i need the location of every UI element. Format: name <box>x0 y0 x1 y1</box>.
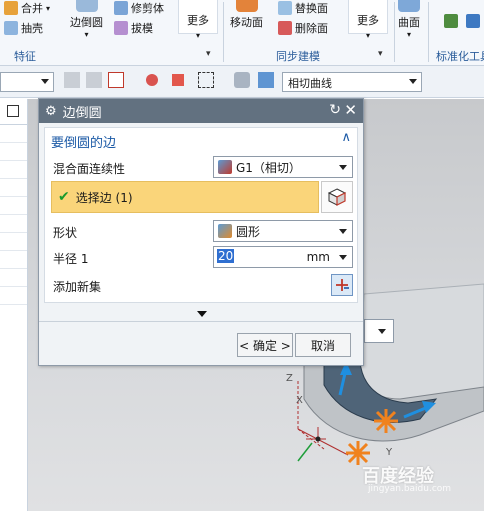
viewport-combo[interactable] <box>364 319 394 343</box>
std-tool-icon-1[interactable] <box>444 14 458 28</box>
add-new-set-button[interactable] <box>331 274 353 296</box>
ribbon-combine[interactable]: 合并 ▾ <box>4 0 50 16</box>
cube-select-icon[interactable] <box>258 72 274 88</box>
feature-group-menu-icon[interactable]: ▾ <box>206 49 211 59</box>
edge-blend-icon <box>75 0 98 12</box>
navigator-row[interactable] <box>0 287 27 305</box>
move-face-icon <box>235 0 258 12</box>
group-label-sync: 同步建模 <box>276 50 320 63</box>
cube-icon <box>327 188 347 206</box>
ribbon-divider <box>223 2 224 62</box>
type-filter-combo[interactable] <box>0 72 54 92</box>
select-edge-row[interactable]: ✔ 选择边 (1) <box>51 181 319 213</box>
navigator-row[interactable] <box>0 161 27 179</box>
dialog-title: 边倒圆 <box>62 105 102 121</box>
point-icon[interactable] <box>86 72 102 88</box>
ribbon-divider <box>428 2 429 62</box>
shape-select[interactable]: 圆形 <box>213 220 353 242</box>
restore-icon[interactable] <box>7 105 19 117</box>
watermark-url: jingyan.baidu.com <box>368 484 452 494</box>
shape-label: 形状 <box>53 226 78 240</box>
handle-icon[interactable] <box>374 409 398 433</box>
origin-icon <box>315 436 321 442</box>
radius-value: 20 <box>217 249 235 263</box>
navigator-row[interactable] <box>0 197 27 215</box>
ok-button[interactable]: < 确定 > <box>237 333 293 357</box>
edge-blend-dialog: ⚙ 边倒圆 ↻ ✕ 要倒圆的边 ∧ 混合面连续性 G1（相切） ✔ 选择边 (1… <box>38 98 364 366</box>
snap-point-icon[interactable] <box>146 74 158 86</box>
shell-icon <box>4 21 18 35</box>
surface-icon <box>398 0 420 12</box>
draft-icon <box>114 21 128 35</box>
continuity-label: 混合面连续性 <box>53 162 126 176</box>
selection-toolbar: 相切曲线 <box>0 66 484 98</box>
dialog-divider <box>39 321 363 322</box>
gear-icon[interactable]: ⚙ <box>45 104 57 119</box>
navigator-row[interactable] <box>0 233 27 251</box>
check-icon: ✔ <box>58 189 70 205</box>
ribbon-draft[interactable]: 拔模 <box>114 20 153 36</box>
ribbon-delete-face[interactable]: 删除面 <box>278 20 328 36</box>
curve-rule-combo[interactable]: 相切曲线 <box>282 72 422 92</box>
ribbon-divider <box>394 2 395 62</box>
radius-unit: mm <box>306 250 330 264</box>
navigator-row[interactable] <box>0 251 27 269</box>
radius-input[interactable]: 20 mm <box>213 246 353 268</box>
select-edge-button[interactable] <box>321 181 353 213</box>
edges-section: 要倒圆的边 ∧ 混合面连续性 G1（相切） ✔ 选择边 (1) 形状 圆形 半径… <box>44 127 358 303</box>
axis-z-label: Z <box>286 373 293 384</box>
std-tool-icon-2[interactable] <box>466 14 480 28</box>
replace-face-icon <box>278 1 292 15</box>
radius-label: 半径 1 <box>53 252 89 266</box>
dialog-title-bar[interactable]: ⚙ 边倒圆 ↻ ✕ <box>39 99 363 123</box>
add-set-label: 添加新集 <box>53 280 102 294</box>
axis-x-label: X <box>296 395 303 406</box>
circular-shape-icon <box>218 224 232 238</box>
cancel-button[interactable]: 取消 <box>295 333 351 357</box>
continuity-select[interactable]: G1（相切） <box>213 156 353 178</box>
sync-more-button[interactable]: 更多 ▾ <box>348 0 388 40</box>
navigator-header <box>0 99 27 125</box>
add-set-icon <box>336 279 349 291</box>
ribbon-surface[interactable]: 曲面 ▾ <box>398 0 420 39</box>
ribbon-edge-blend[interactable]: 边倒圆 ▾ <box>70 0 103 39</box>
eraser-icon[interactable] <box>234 72 250 88</box>
navigator-row[interactable] <box>0 215 27 233</box>
navigator-panel <box>0 99 28 511</box>
rectangle-select-icon[interactable] <box>198 72 214 88</box>
trim-body-icon <box>114 1 128 15</box>
ribbon-shell[interactable]: 抽壳 <box>4 20 43 36</box>
reset-icon[interactable]: ↻ <box>329 102 341 118</box>
combine-icon <box>4 1 18 15</box>
vertex-icon[interactable] <box>172 74 184 86</box>
select-feature-icon[interactable] <box>108 72 124 88</box>
feature-more-button[interactable]: 更多 ▾ <box>178 0 218 40</box>
ribbon-move-face[interactable]: 移动面 <box>230 0 263 30</box>
radius-dropdown-icon[interactable] <box>339 255 347 260</box>
expand-more-icon[interactable] <box>197 311 207 317</box>
sync-group-menu-icon[interactable]: ▾ <box>378 49 383 59</box>
navigator-row[interactable] <box>0 179 27 197</box>
group-label-feature: 特征 <box>14 50 36 63</box>
close-icon[interactable]: ✕ <box>344 101 357 119</box>
group-label-std: 标准化工具 <box>436 50 484 63</box>
ribbon: 合并 ▾ 抽壳 边倒圆 ▾ 修剪体 拔模 更多 ▾ 特征 ▾ 移动面 替换面 删除面… <box>0 0 484 66</box>
section-title: 要倒圆的边 <box>51 136 117 151</box>
snap-icon[interactable] <box>64 72 80 88</box>
collapse-icon[interactable]: ∧ <box>341 130 351 145</box>
navigator-row[interactable] <box>0 125 27 143</box>
axis-y-label: Y <box>385 447 393 458</box>
ribbon-trim-body[interactable]: 修剪体 <box>114 0 164 16</box>
navigator-row[interactable] <box>0 269 27 287</box>
g1-continuity-icon <box>218 160 232 174</box>
navigator-row[interactable] <box>0 143 27 161</box>
ribbon-replace-face[interactable]: 替换面 <box>278 0 328 16</box>
delete-face-icon <box>278 21 292 35</box>
